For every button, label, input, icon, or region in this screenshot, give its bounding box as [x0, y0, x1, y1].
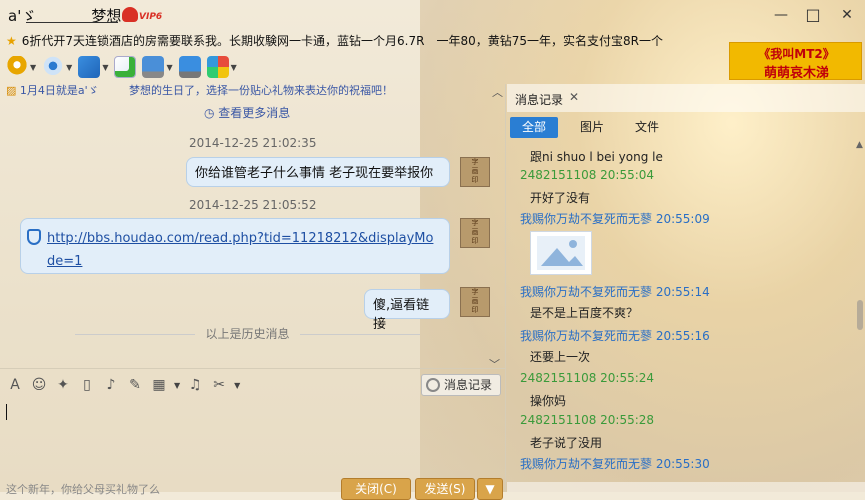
handwrite-icon[interactable]: ✎	[126, 376, 144, 394]
log-header: 2482151108 20:55:24	[520, 371, 655, 385]
filter-all[interactable]: 全部	[510, 117, 558, 138]
vip-badge: VIP6	[139, 12, 163, 22]
promo-hint[interactable]: 这个新年，你给父母买礼物了么	[6, 481, 160, 497]
input-toolbar: A ☺ ✦ ▯ ♪ ✎ ▦ ▼ ♫ ✂ ▼	[6, 376, 240, 394]
input-divider	[0, 368, 505, 369]
message-input-area[interactable]	[0, 396, 505, 478]
chevron-down-icon[interactable]: ▼	[66, 63, 72, 72]
log-message: 是不是上百度不爽？	[530, 306, 639, 320]
image-placeholder-icon	[537, 236, 585, 270]
shield-icon	[27, 229, 41, 245]
file-transfer-button[interactable]: ▼	[78, 56, 108, 78]
title-bar[interactable]: a'ゞ 梦想 VIP6 — □ ✕	[0, 0, 865, 30]
log-message: 跟ni shuo l bei yong le	[530, 150, 663, 164]
message-timestamp: 2014-12-25 21:02:35	[189, 136, 317, 150]
music-icon[interactable]: ♫	[186, 376, 204, 394]
view-more-messages-link[interactable]: ◷ 查看更多消息	[204, 104, 290, 121]
history-panel-tab[interactable]: 消息记录 ✕	[507, 84, 865, 112]
close-chat-button[interactable]: 关闭(C)	[341, 478, 411, 500]
star-icon: ★	[6, 34, 17, 48]
chat-bubble-outgoing: 傻,逼看链接	[364, 289, 450, 332]
remote-desktop-button[interactable]: ▼	[142, 56, 173, 78]
log-header: 我赐你万劫不复死而无蓼 20:55:16	[520, 329, 710, 343]
shake-icon[interactable]: ✦	[54, 376, 72, 394]
chevron-down-icon[interactable]: ▼	[166, 63, 172, 72]
remote-desktop-icon	[142, 56, 165, 78]
chat-toolbar: ▼ ▼ ▼ ▼ ▼	[6, 54, 237, 80]
avatar[interactable]: 字画印	[460, 287, 490, 317]
close-button[interactable]: ✕	[836, 6, 858, 24]
chevron-down-icon[interactable]: ▼	[174, 381, 180, 390]
log-header: 我赐你万劫不复死而无蓼 20:55:09	[520, 212, 710, 226]
vip-penguin-icon	[122, 7, 138, 22]
send-button[interactable]: 发送(S)	[415, 478, 475, 500]
chevron-down-icon[interactable]: ▼	[234, 381, 240, 390]
close-icon[interactable]: ✕	[569, 90, 579, 104]
gift-icon: ▨	[6, 84, 20, 97]
avatar[interactable]: 字画印	[460, 157, 490, 187]
history-panel-title: 消息记录	[515, 93, 564, 107]
collapse-notice-icon[interactable]: ︿	[492, 84, 503, 100]
screen-share-button[interactable]	[178, 56, 201, 78]
log-header: 我赐你万劫不复死而无蓼 20:55:30	[520, 457, 710, 471]
video-call-button[interactable]: ▼	[42, 56, 72, 78]
signature-marquee: ★ 6折代开7天连锁酒店的房需要联系我。长期收験网一卡通，蓝钻一个月6.7R 一年…	[6, 34, 663, 48]
log-message: 老子说了没用	[530, 436, 603, 450]
log-header: 我赐你万劫不复死而无蓼 20:55:14	[520, 285, 710, 299]
file-transfer-icon	[78, 56, 101, 78]
shared-url-link[interactable]: http://bbs.houdao.com/read.php?tid=11218…	[47, 231, 433, 269]
expand-chevron-icon[interactable]: ﹀	[489, 356, 500, 372]
emoji-icon[interactable]: ☺	[30, 376, 48, 394]
chevron-down-icon[interactable]: ▼	[231, 63, 237, 72]
message-history-button[interactable]: 消息记录	[421, 374, 501, 396]
filter-images[interactable]: 图片	[568, 117, 616, 138]
screen-share-icon	[178, 56, 201, 78]
voice-message-icon[interactable]: ♪	[102, 376, 120, 394]
send-options-button[interactable]: ▼	[477, 478, 503, 500]
panel-divider	[505, 84, 506, 492]
voice-call-button[interactable]: ▼	[6, 56, 36, 78]
font-icon[interactable]: A	[6, 376, 24, 394]
add-app-icon	[114, 56, 137, 78]
chevron-down-icon[interactable]: ▼	[102, 63, 108, 72]
add-app-button[interactable]	[114, 56, 137, 78]
clock-icon	[426, 378, 440, 392]
mic-icon	[6, 56, 28, 78]
app-grid-icon	[206, 56, 229, 78]
ad-subtitle: 萌萌哀木涕	[763, 66, 829, 81]
camera-icon	[42, 56, 65, 78]
history-panel-footer	[507, 482, 865, 492]
minimize-button[interactable]: —	[770, 6, 792, 24]
chevron-down-icon[interactable]: ▼	[30, 63, 36, 72]
log-header: 2482151108 20:55:04	[520, 168, 655, 182]
image-icon[interactable]: ▦	[150, 376, 168, 394]
gif-icon[interactable]: ▯	[78, 376, 96, 394]
chat-bubble-outgoing: 你给谁管老子什么事情 老子现在要举报你	[186, 157, 450, 187]
ad-title: 《我叫MT2》	[758, 47, 835, 61]
log-message: 还要上一次	[530, 350, 591, 364]
game-ad-banner[interactable]: 《我叫MT2》 萌萌哀木涕	[729, 42, 862, 81]
log-header: 2482151108 20:55:28	[520, 413, 655, 427]
scroll-up-icon[interactable]: ▲	[856, 140, 863, 150]
contact-name-underline	[26, 22, 118, 23]
scrollbar-thumb[interactable]	[857, 300, 863, 330]
message-timestamp: 2014-12-25 21:05:52	[189, 198, 317, 212]
log-message: 开好了没有	[530, 191, 591, 205]
history-divider: 以上是历史消息	[0, 325, 495, 342]
app-grid-button[interactable]: ▼	[206, 56, 237, 78]
maximize-button[interactable]: □	[802, 6, 824, 24]
birthday-gift-link[interactable]: 梦想的生日了，选择一份贴心礼物来表达你的祝福吧！	[129, 82, 393, 98]
chat-bubble-link: http://bbs.houdao.com/read.php?tid=11218…	[20, 218, 450, 274]
log-message: 操你妈	[530, 394, 567, 408]
scissors-icon[interactable]: ✂	[210, 376, 228, 394]
image-thumbnail[interactable]	[530, 231, 592, 275]
clock-icon: ◷	[204, 106, 219, 120]
filter-files[interactable]: 文件	[623, 117, 671, 138]
avatar[interactable]: 字画印	[460, 218, 490, 248]
birthday-notice[interactable]: ▨ 1月4日就是a'ゞ	[6, 82, 99, 98]
